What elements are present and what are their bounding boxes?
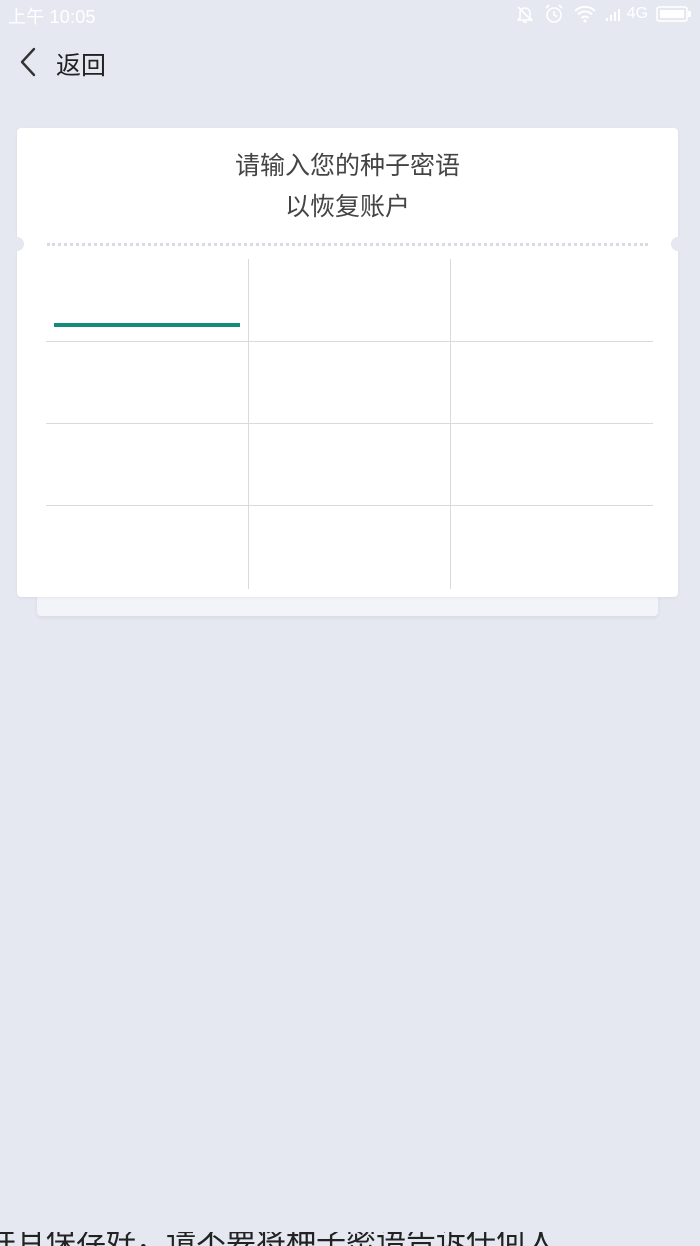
seed-word-cell[interactable] [451,342,653,424]
seed-word-grid [46,259,653,589]
seed-word-input-4[interactable] [54,362,240,402]
seed-word-input-9[interactable] [459,444,645,484]
seed-word-cell[interactable] [249,424,451,506]
seed-word-cell[interactable] [46,424,248,506]
seed-word-input-1[interactable] [54,279,240,319]
seed-word-cell[interactable] [451,424,653,506]
battery-icon [656,5,692,23]
status-icons: 4G [515,2,692,26]
seed-word-input-2[interactable] [257,279,443,319]
seed-word-input-3[interactable] [459,279,645,319]
seed-word-cell[interactable] [249,506,451,588]
seed-word-input-8[interactable] [257,444,443,484]
seed-word-input-11[interactable] [257,526,443,566]
back-label: 返回 [56,51,107,80]
signal-icon [605,6,623,22]
seed-word-input-10[interactable] [54,526,240,566]
seed-word-cell[interactable] [451,506,653,588]
seed-phrase-card: 请输入您的种子密语 以恢复账户 [10,128,685,597]
card-notch-right [671,237,685,251]
wifi-icon [573,4,597,24]
back-button[interactable]: 返回 [18,44,106,84]
network-type: 4G [626,5,648,22]
card-title: 请输入您的种子密语 [234,151,460,180]
seed-word-input-12[interactable] [459,526,645,566]
seed-word-cell[interactable] [451,259,653,341]
seed-word-cell[interactable] [46,506,248,588]
chevron-left-icon [18,46,38,82]
seed-word-input-5[interactable] [257,362,443,402]
seed-word-cell[interactable] [249,259,451,341]
header: 返回 [0,38,700,90]
card-notch-left [10,237,24,251]
seed-word-input-6[interactable] [459,362,645,402]
seed-word-cell[interactable] [46,342,248,424]
seed-word-input-7[interactable] [54,444,240,484]
seed-word-cell[interactable] [249,342,451,424]
notification-muted-icon [515,4,535,24]
card-subtitle: 以恢复账户 [284,192,410,221]
seed-word-cell[interactable] [46,259,248,341]
bottom-hint-text: 并且保存好，请不要将种子密语告诉任何人 [0,1232,556,1246]
dotted-divider [47,243,648,246]
active-input-underline [54,323,240,327]
bottom-hint-strip: 并且保存好，请不要将种子密语告诉任何人 [0,1232,700,1246]
alarm-clock-icon [543,3,565,25]
status-time: 上午 10:05 [8,7,96,27]
status-bar: 上午 10:05 4G [0,0,700,28]
